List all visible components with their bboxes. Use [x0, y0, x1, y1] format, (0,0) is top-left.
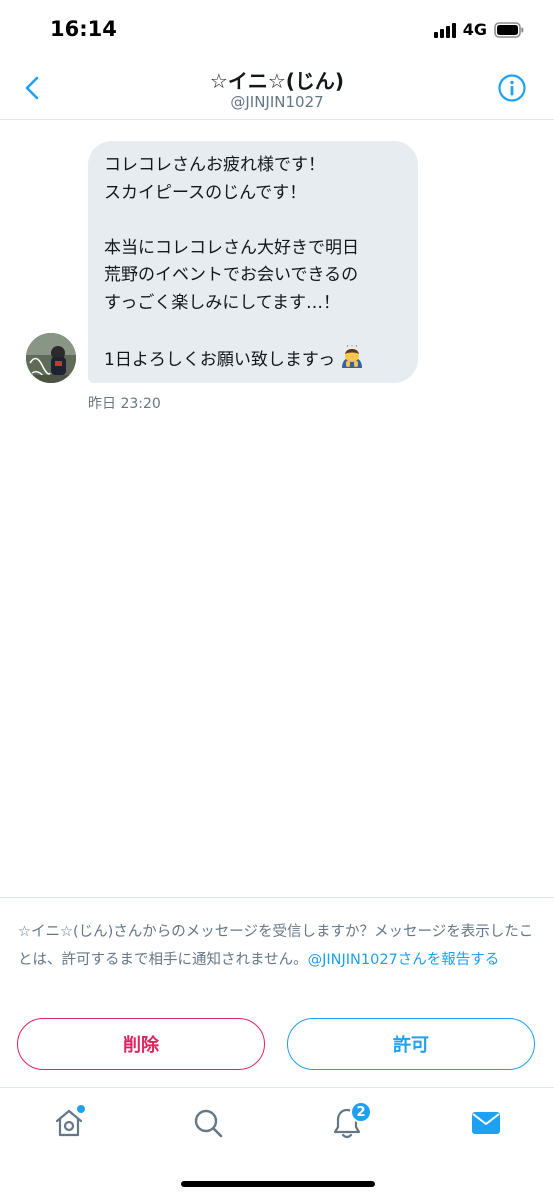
conversation-title: ☆イニ☆(じん): [209, 69, 345, 93]
status-time: 16:14: [50, 17, 117, 41]
search-icon: [194, 1109, 223, 1138]
message-line: [104, 317, 402, 345]
network-label: 4G: [462, 20, 487, 39]
info-button[interactable]: [496, 72, 528, 104]
tab-notifications[interactable]: 2: [327, 1101, 372, 1143]
message-request-panel: ☆イニ☆(じん)さんからのメッセージを受信しますか？メッセージを表示したことは、…: [0, 897, 554, 1088]
message-last-line: 1日よろしくお願い致しますっ: [104, 344, 402, 373]
notification-badge: 2: [350, 1101, 372, 1123]
message-line: スカイピースのじんです！: [104, 182, 307, 203]
tab-bar: 2: [0, 1089, 554, 1157]
tab-messages[interactable]: [466, 1103, 506, 1143]
message-line: 荒野のイベントでお会いできるの: [104, 265, 359, 285]
message-timestamp: 昨日 23:20: [88, 396, 161, 412]
message-thread: コレコレさんお疲れ様です！ スカイピースのじんです！ 本当にコレコレさん大好きで…: [0, 120, 554, 897]
delete-button[interactable]: 削除: [17, 1018, 265, 1070]
conversation-handle: @JINJIN1027: [230, 93, 324, 111]
new-content-dot: [77, 1105, 85, 1113]
message-line: 本当にコレコレさん大好きで明日: [104, 237, 359, 258]
report-link[interactable]: @JINJIN1027さんを報告する: [308, 952, 500, 968]
signal-icon: [433, 22, 456, 38]
avatar[interactable]: [26, 333, 76, 383]
info-icon: [498, 74, 526, 102]
message-line: [104, 207, 402, 235]
bowing-person-emoji: [339, 344, 365, 379]
conversation-header: ☆イニ☆(じん) @JINJIN1027: [0, 58, 554, 120]
message-line: すっごく楽しみにしてます…！: [104, 292, 340, 313]
message-bubble[interactable]: コレコレさんお疲れ様です！ スカイピースのじんです！ 本当にコレコレさん大好きで…: [88, 141, 418, 383]
allow-button[interactable]: 許可: [287, 1018, 535, 1070]
message-line: 1日よろしくお願い致しますっ: [104, 349, 336, 370]
home-indicator: [181, 1181, 375, 1187]
status-bar: 16:14 4G: [0, 0, 554, 58]
avatar-photo: [26, 333, 76, 383]
battery-icon: [494, 21, 524, 38]
request-description: ☆イニ☆(じん)さんからのメッセージを受信しますか？メッセージを表示したことは、…: [18, 918, 538, 974]
envelope-icon: [472, 1112, 500, 1134]
tab-search[interactable]: [188, 1103, 228, 1143]
message-line: コレコレさんお疲れ様です！: [104, 155, 325, 175]
status-indicators: 4G: [433, 20, 524, 39]
tab-home[interactable]: [49, 1103, 89, 1143]
